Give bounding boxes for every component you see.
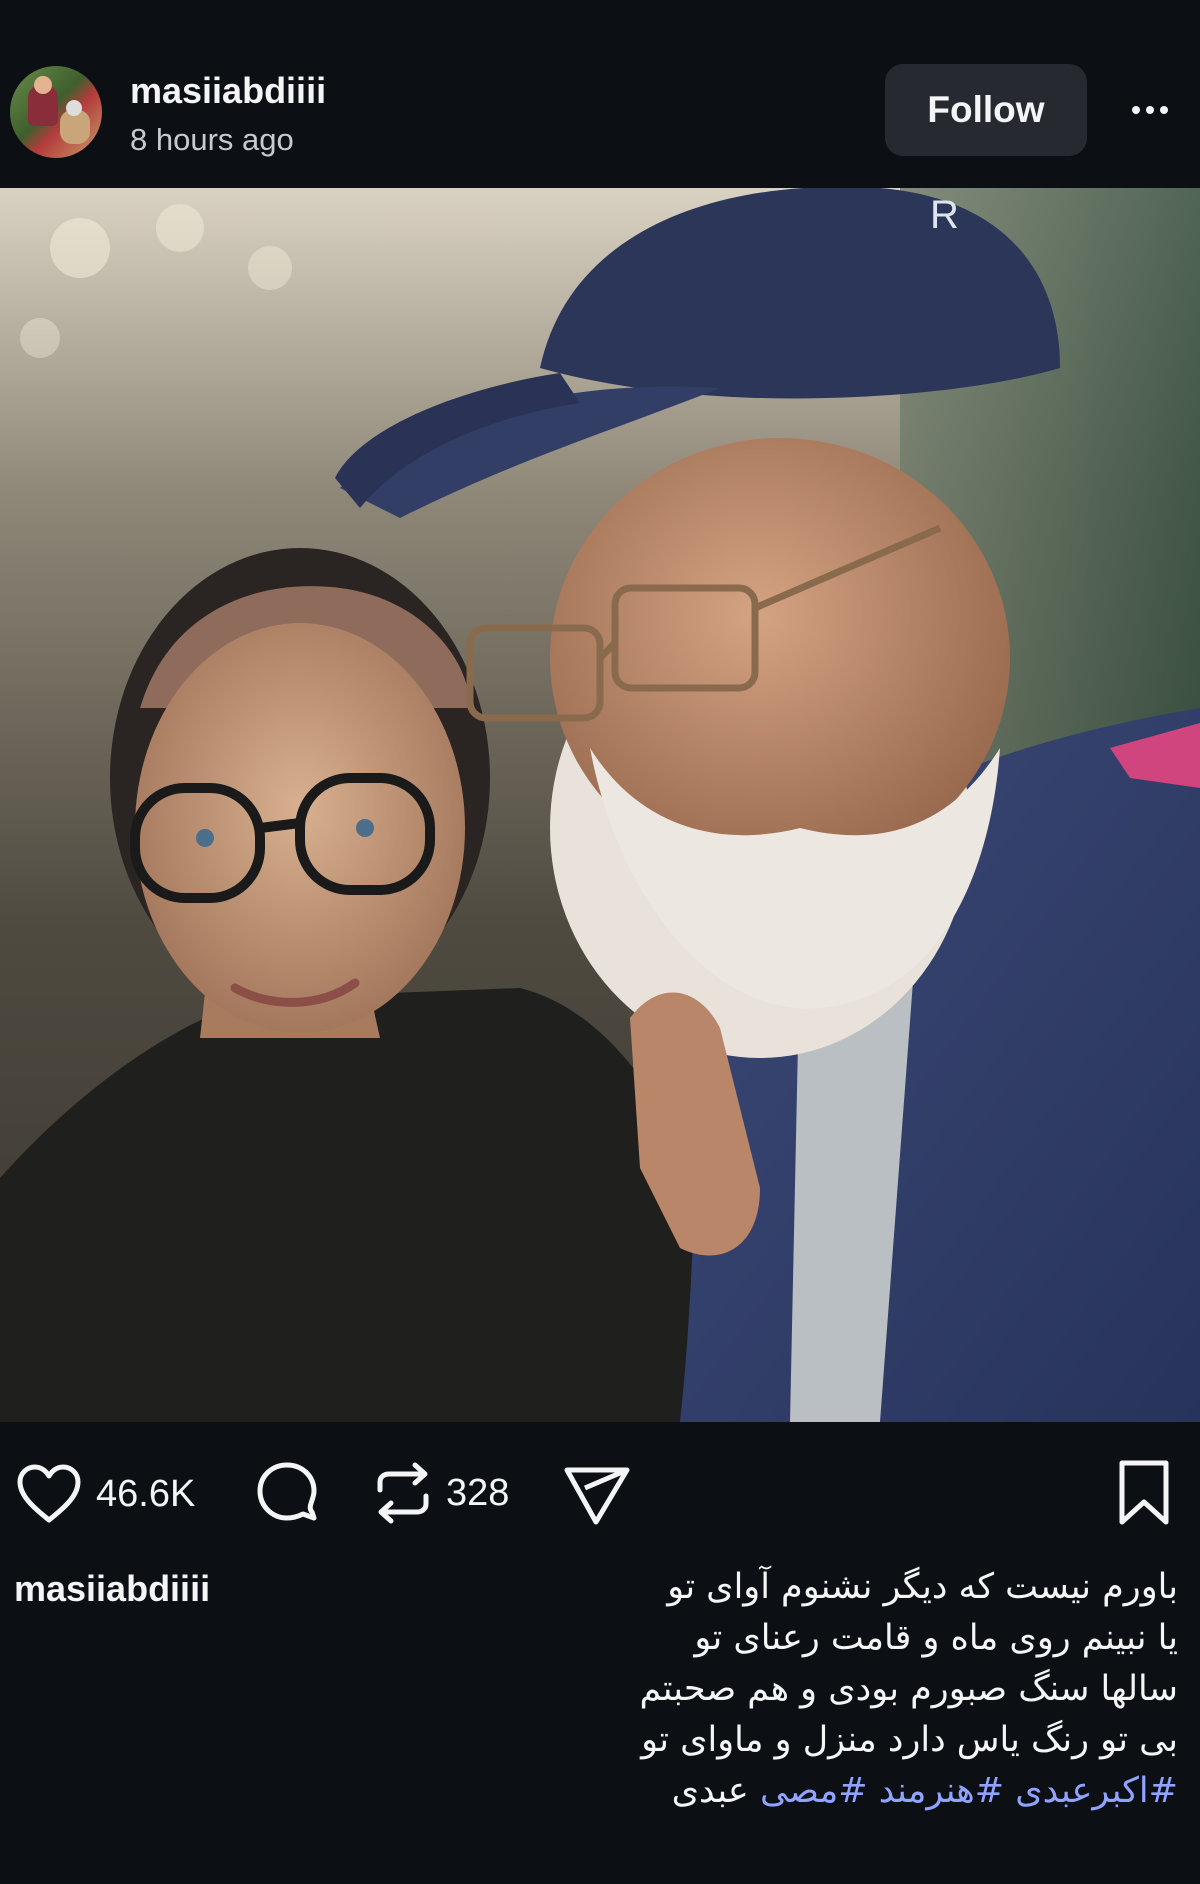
- username-link[interactable]: masiiabdiiii: [130, 70, 326, 112]
- like-button[interactable]: 46.6K: [14, 1462, 195, 1526]
- comment-bubble-icon: [254, 1460, 320, 1526]
- send-icon: [562, 1462, 632, 1526]
- share-button[interactable]: [562, 1462, 632, 1526]
- caption-line: سالها سنگ صبورم بودی و هم صحبتم: [639, 1669, 1178, 1709]
- save-button[interactable]: [1116, 1458, 1172, 1528]
- like-count: 46.6K: [96, 1472, 196, 1515]
- bookmark-icon: [1116, 1458, 1172, 1528]
- post-image[interactable]: R: [0, 188, 1200, 1422]
- repost-count: 328: [446, 1471, 510, 1514]
- caption-username[interactable]: masiiabdiiii: [14, 1568, 210, 1610]
- avatar-figure: [66, 100, 82, 116]
- hashtag-link[interactable]: #اکبرعبدی: [1015, 1771, 1178, 1811]
- action-bar: 46.6K 328: [0, 1422, 1200, 1562]
- caption-line: یا نبینم روی ماه و قامت رعنای تو: [694, 1618, 1178, 1658]
- repost-button[interactable]: 328: [372, 1460, 509, 1526]
- caption-line: بی تو رنگ یاس دارد منزل و ماوای تو: [641, 1720, 1178, 1760]
- avatar[interactable]: [10, 66, 102, 158]
- hashtag-link[interactable]: #مصی: [760, 1771, 868, 1811]
- post-timestamp: 8 hours ago: [130, 122, 294, 157]
- more-dots-icon[interactable]: [1120, 88, 1180, 132]
- heart-icon: [14, 1462, 84, 1526]
- caption-hashtag-line: #اکبرعبدی #هنرمند #مصی عبدی: [458, 1766, 1178, 1817]
- post-header: masiiabdiiii 8 hours ago Follow: [0, 0, 1200, 188]
- comment-button[interactable]: [254, 1460, 320, 1526]
- hashtag-link[interactable]: #هنرمند: [879, 1771, 1004, 1811]
- avatar-figure: [34, 76, 52, 94]
- caption-text: باورم نیست که دیگر نشنوم آوای تو یا نبین…: [458, 1562, 1178, 1817]
- caption-tail: عبدی: [671, 1771, 749, 1811]
- follow-button[interactable]: Follow: [885, 64, 1087, 156]
- caption-line: باورم نیست که دیگر نشنوم آوای تو: [667, 1567, 1178, 1607]
- repost-icon: [372, 1460, 434, 1526]
- svg-text:R: R: [930, 193, 959, 237]
